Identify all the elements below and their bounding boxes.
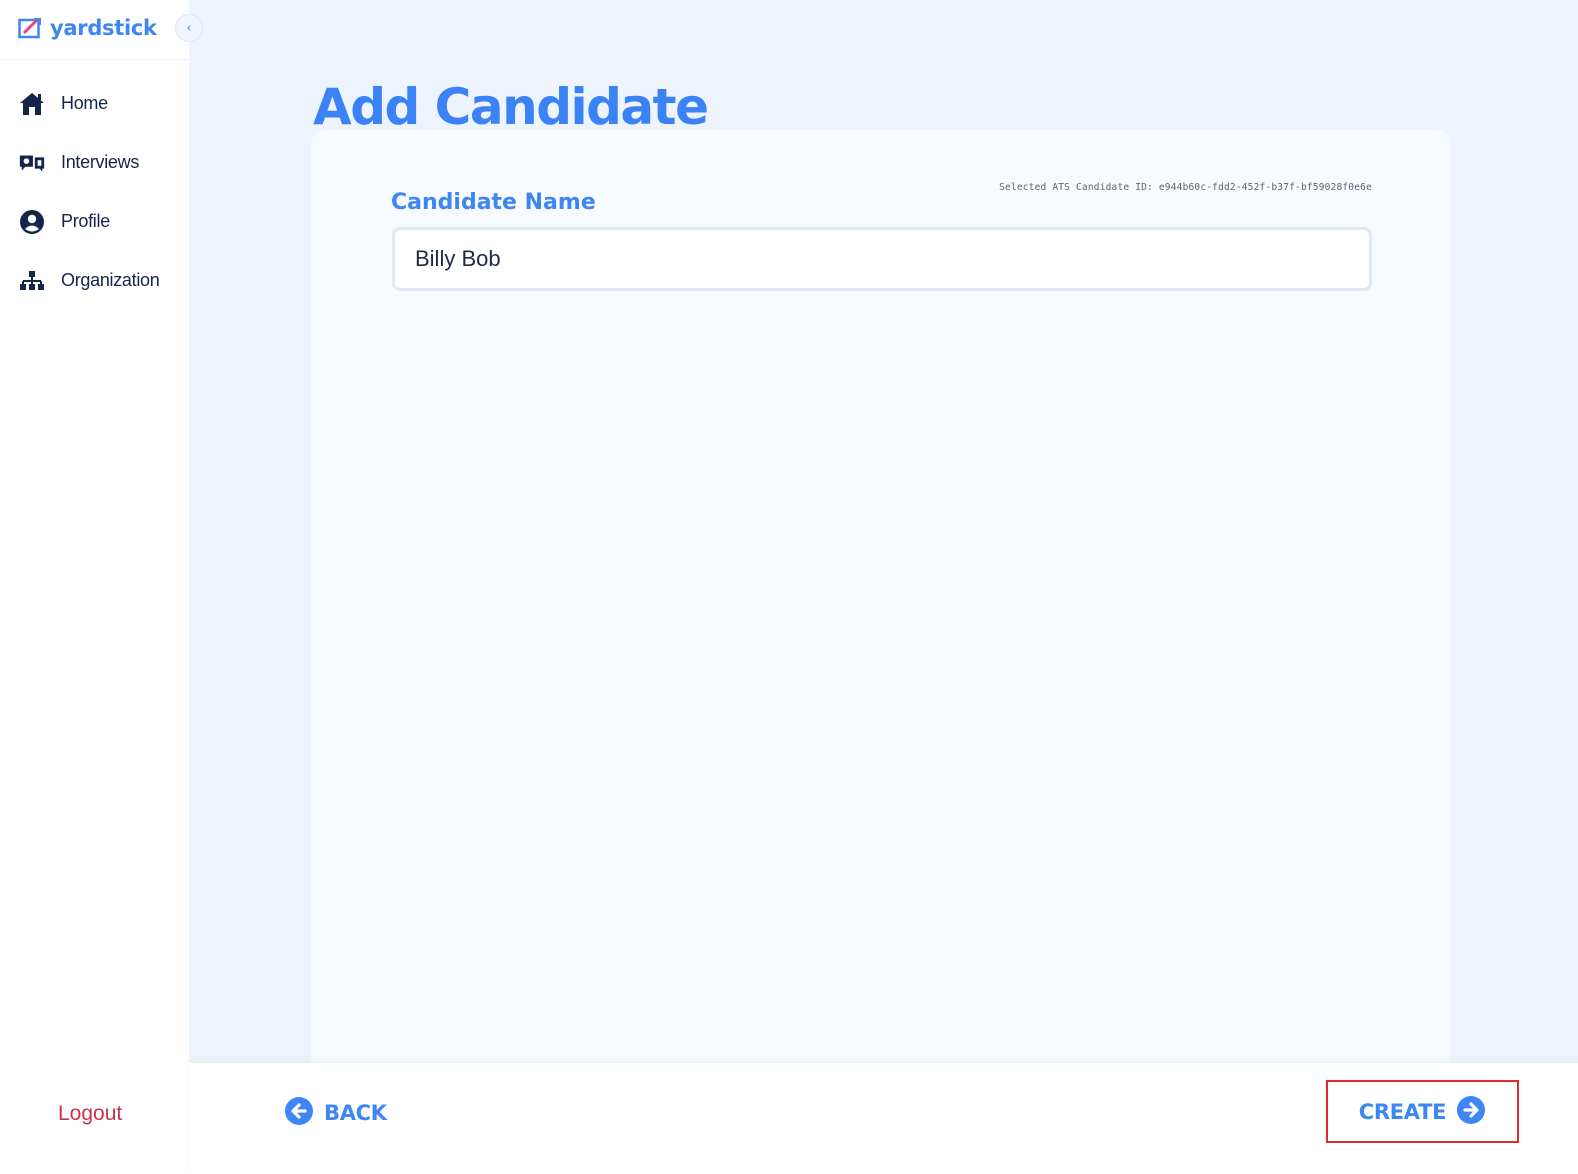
sidebar-item-profile[interactable]: Profile — [0, 192, 189, 251]
ats-candidate-id: Selected ATS Candidate ID: e944b60c-fdd2… — [999, 182, 1372, 193]
form-footer: BACK CREATE — [189, 1063, 1578, 1174]
brand[interactable]: yardstick — [18, 10, 157, 46]
back-label: BACK — [324, 1101, 387, 1125]
sidebar: yardstick ‹ Home Interviews Profile Orga… — [0, 0, 203, 1174]
sidebar-item-label: Organization — [61, 270, 160, 290]
back-button[interactable]: BACK — [284, 1097, 387, 1129]
sidebar-item-organization[interactable]: Organization — [0, 251, 189, 310]
main-content: Add Candidate Selected ATS Candidate ID:… — [189, 0, 1578, 1065]
home-icon — [18, 91, 46, 117]
arrow-right-circle-icon — [1456, 1095, 1486, 1129]
sidebar-item-label: Home — [61, 93, 108, 113]
brand-name: yardstick — [50, 16, 157, 40]
sidebar-item-label: Profile — [61, 211, 110, 231]
chevron-left-icon: ‹ — [186, 20, 192, 36]
sidebar-item-label: Interviews — [61, 152, 140, 172]
app-root: yardstick ‹ Home Interviews Profile Orga… — [0, 0, 1578, 1174]
candidate-form-card: Selected ATS Candidate ID: e944b60c-fdd2… — [311, 130, 1451, 1065]
logout-link[interactable]: Logout — [58, 1102, 122, 1126]
create-label: CREATE — [1358, 1099, 1447, 1124]
yardstick-logo-icon — [18, 17, 44, 39]
user-circle-icon — [18, 209, 46, 235]
create-button[interactable]: CREATE — [1326, 1080, 1519, 1143]
candidate-name-input[interactable] — [392, 227, 1372, 291]
org-chart-icon — [18, 268, 46, 294]
interviews-icon — [18, 150, 46, 176]
sidebar-item-interviews[interactable]: Interviews — [0, 133, 189, 192]
arrow-left-circle-icon — [284, 1096, 314, 1130]
sidebar-collapse-button[interactable]: ‹ — [175, 14, 203, 42]
sidebar-nav: Home Interviews Profile Organization — [0, 74, 189, 310]
sidebar-divider — [0, 59, 189, 60]
sidebar-item-home[interactable]: Home — [0, 74, 189, 133]
candidate-name-label: Candidate Name — [391, 190, 596, 215]
page-title: Add Candidate — [313, 78, 709, 136]
